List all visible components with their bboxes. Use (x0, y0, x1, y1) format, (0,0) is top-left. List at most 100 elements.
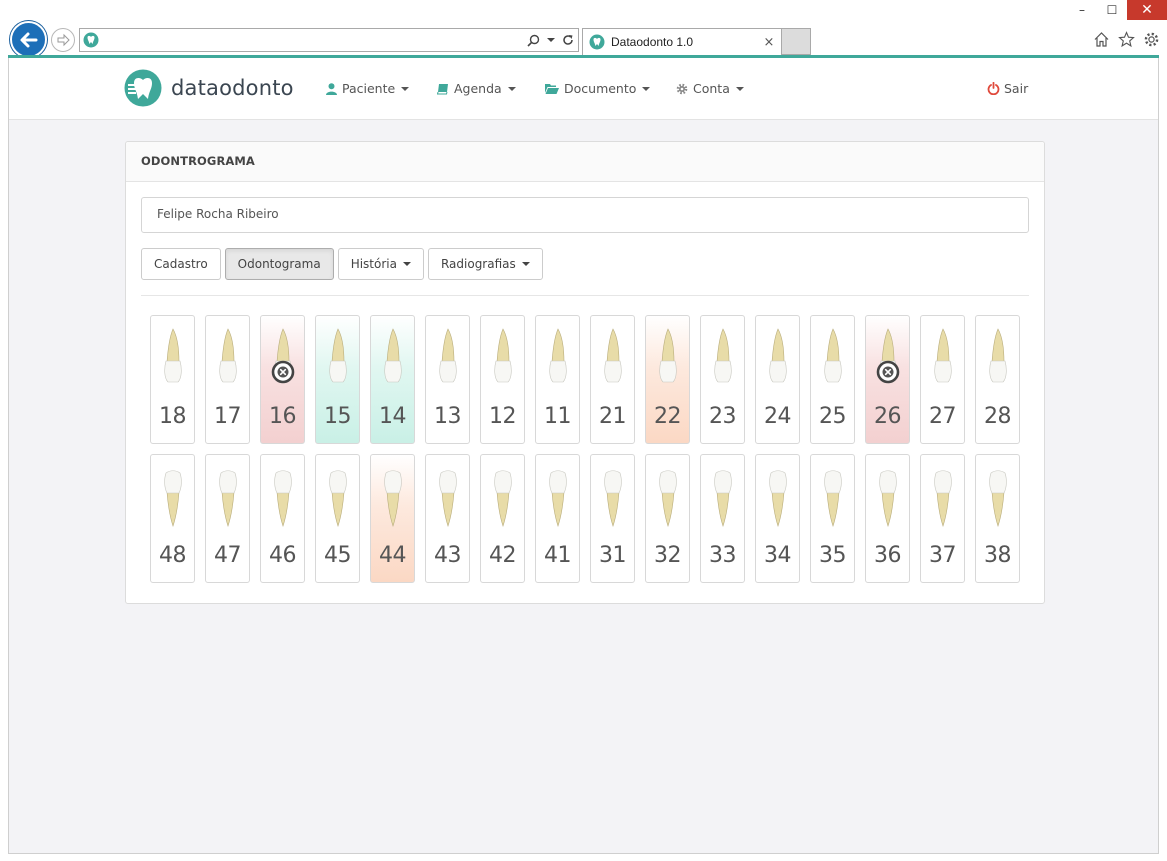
upper-teeth-row: 18 17 16 15 14 13 12 11 21 22 23 24 25 26 27 28 (150, 315, 1020, 444)
app-navbar: dataodonto Paciente Agenda Documento Con… (9, 58, 1158, 120)
minimize-button[interactable]: – (1067, 0, 1097, 20)
forward-button[interactable] (51, 28, 75, 52)
tooth-image-icon (658, 470, 677, 527)
tooth-card[interactable]: 42 (480, 454, 525, 583)
tooth-card[interactable]: 32 (645, 454, 690, 583)
tooth-number: 11 (544, 404, 572, 429)
tooth-card[interactable]: 13 (425, 315, 470, 444)
tooth-image-icon (768, 328, 787, 383)
tab-close-button[interactable]: × (761, 35, 777, 50)
tooth-card[interactable]: 43 (425, 454, 470, 583)
tooth-number: 27 (929, 404, 957, 429)
caret-down-icon (507, 86, 516, 91)
tooth-image-icon (603, 470, 622, 527)
tooth-number: 32 (654, 543, 682, 568)
tooth-card[interactable]: 37 (920, 454, 965, 583)
tooth-card[interactable]: 14 (370, 315, 415, 444)
tooth-card[interactable]: 11 (535, 315, 580, 444)
radiografias-dropdown-button[interactable]: Radiografias (427, 248, 543, 280)
home-icon[interactable] (1092, 30, 1111, 49)
brand[interactable]: dataodonto (124, 69, 294, 107)
tooth-card[interactable]: 44 (370, 454, 415, 583)
nav-paciente-label: Paciente (342, 81, 396, 96)
historia-dropdown-button[interactable]: História (337, 248, 424, 280)
tooth-card[interactable]: 27 (920, 315, 965, 444)
tooth-number: 46 (269, 543, 297, 568)
caret-down-icon (735, 86, 744, 91)
tooth-image-icon (328, 328, 347, 383)
tooth-card[interactable]: 36 (865, 454, 910, 583)
tooth-card[interactable]: 16 (260, 315, 305, 444)
star-icon[interactable] (1117, 30, 1136, 49)
tooth-card[interactable]: 15 (315, 315, 360, 444)
tooth-card[interactable]: 17 (205, 315, 250, 444)
arrow-right-icon (57, 33, 70, 47)
window-controls: – ☐ ✕ (1067, 0, 1167, 22)
tooth-card[interactable]: 22 (645, 315, 690, 444)
tooth-card[interactable]: 28 (975, 315, 1020, 444)
patient-name-field[interactable]: Felipe Rocha Ribeiro (141, 197, 1029, 233)
tooth-card[interactable]: 48 (150, 454, 195, 583)
new-tab-button[interactable] (782, 28, 811, 55)
folder-open-icon (545, 84, 559, 94)
tooth-image-icon (988, 328, 1007, 383)
tooth-card[interactable]: 38 (975, 454, 1020, 583)
close-window-button[interactable]: ✕ (1127, 0, 1167, 20)
section-buttons: Cadastro Odontograma História Radiografi… (141, 248, 543, 280)
search-icon[interactable] (527, 34, 540, 47)
tooth-number: 38 (984, 543, 1012, 568)
tooth-card[interactable]: 45 (315, 454, 360, 583)
tooth-number: 25 (819, 404, 847, 429)
tooth-number: 28 (984, 404, 1012, 429)
tooth-card[interactable]: 34 (755, 454, 800, 583)
radiografias-label: Radiografias (440, 257, 516, 271)
tooth-card[interactable]: 23 (700, 315, 745, 444)
browser-toolbar (1092, 30, 1161, 49)
tooth-card[interactable]: 18 (150, 315, 195, 444)
nav-agenda[interactable]: Agenda (437, 81, 516, 96)
tooth-number: 44 (379, 543, 407, 568)
tooth-number: 13 (434, 404, 462, 429)
tooth-card[interactable]: 24 (755, 315, 800, 444)
settings-gear-icon[interactable] (1142, 30, 1161, 49)
book-icon (437, 83, 448, 94)
tooth-card[interactable]: 35 (810, 454, 855, 583)
tooth-image-icon (438, 328, 457, 383)
tooth-card[interactable]: 21 (590, 315, 635, 444)
tooth-card[interactable]: 26 (865, 315, 910, 444)
tooth-card[interactable]: 47 (205, 454, 250, 583)
browser-tab[interactable]: Dataodonto 1.0 × (582, 28, 782, 55)
missing-tooth-icon (271, 360, 295, 384)
tooth-number: 31 (599, 543, 627, 568)
tooth-image-icon (493, 470, 512, 527)
tooth-card[interactable]: 25 (810, 315, 855, 444)
back-button[interactable] (10, 21, 47, 58)
browser-chrome: – ☐ ✕ Dataodonto 1.0 × (0, 0, 1167, 58)
refresh-icon[interactable] (562, 34, 574, 46)
brand-name: dataodonto (171, 76, 294, 100)
tooth-image-icon (218, 328, 237, 383)
chevron-down-icon[interactable] (547, 37, 555, 43)
page: dataodonto Paciente Agenda Documento Con… (8, 58, 1159, 854)
divider (141, 295, 1029, 296)
caret-down-icon (401, 86, 410, 91)
maximize-button[interactable]: ☐ (1097, 0, 1127, 20)
cadastro-label: Cadastro (154, 257, 208, 271)
tooth-number: 22 (654, 404, 682, 429)
tooth-card[interactable]: 12 (480, 315, 525, 444)
nav-paciente[interactable]: Paciente (326, 81, 410, 96)
arrow-left-icon (20, 32, 37, 47)
tooth-card[interactable]: 33 (700, 454, 745, 583)
nav-documento[interactable]: Documento (545, 81, 651, 96)
cadastro-button[interactable]: Cadastro (141, 248, 221, 280)
odontograma-button[interactable]: Odontograma (224, 248, 334, 280)
nav-conta[interactable]: Conta (676, 81, 744, 96)
tooth-card[interactable]: 41 (535, 454, 580, 583)
tooth-card[interactable]: 31 (590, 454, 635, 583)
address-bar[interactable] (79, 28, 579, 52)
missing-tooth-icon (876, 360, 900, 384)
tooth-image-icon (823, 328, 842, 383)
logout-button[interactable]: Sair (987, 81, 1028, 96)
tooth-image-icon (328, 470, 347, 527)
tooth-card[interactable]: 46 (260, 454, 305, 583)
